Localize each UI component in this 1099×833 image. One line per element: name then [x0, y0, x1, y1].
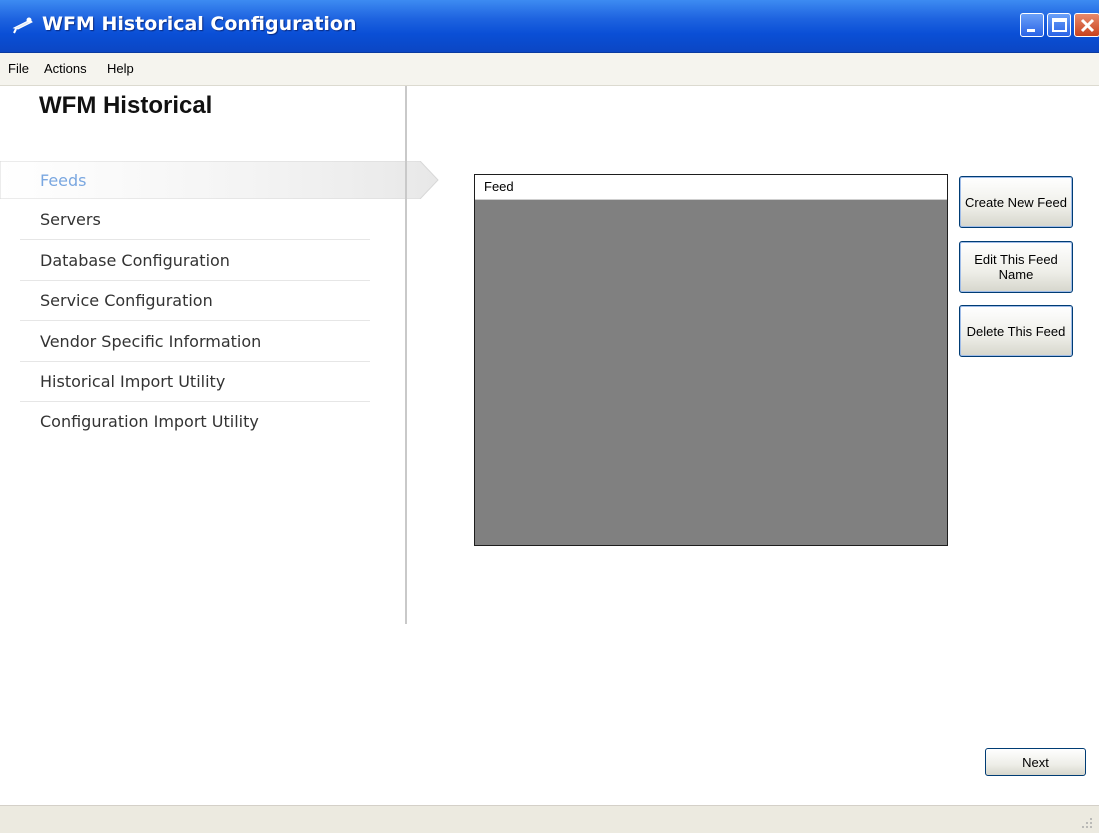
sidebar-item-label: Vendor Specific Information — [40, 332, 262, 351]
close-button[interactable] — [1074, 13, 1099, 37]
maximize-icon — [1052, 18, 1067, 32]
edit-feed-name-button[interactable]: Edit This Feed Name — [959, 241, 1073, 293]
close-icon — [1080, 18, 1095, 33]
title-bar[interactable]: WFM Historical Configuration — [0, 0, 1099, 53]
satellite-dish-icon — [12, 17, 33, 34]
app-heading: WFM Historical — [39, 92, 213, 119]
minimize-button[interactable] — [1020, 13, 1044, 37]
column-header-label: Feed — [484, 179, 514, 194]
window-title: WFM Historical Configuration — [42, 13, 357, 35]
feed-list[interactable]: Feed — [474, 174, 948, 546]
maximize-button[interactable] — [1047, 13, 1071, 37]
sidebar-item-label: Database Configuration — [40, 251, 230, 270]
create-new-feed-button[interactable]: Create New Feed — [959, 176, 1073, 228]
sidebar-item-servers[interactable]: Servers — [0, 199, 370, 239]
sidebar-item-label: Servers — [40, 210, 101, 229]
menu-help[interactable]: Help — [107, 61, 134, 76]
next-button[interactable]: Next — [985, 748, 1086, 776]
sidebar-item-feeds[interactable]: Feeds — [0, 161, 440, 199]
column-header-feed[interactable]: Feed — [475, 175, 947, 200]
status-bar — [0, 805, 1099, 833]
sidebar-item-label: Feeds — [40, 171, 87, 190]
sidebar-item-database-configuration[interactable]: Database Configuration — [0, 240, 370, 280]
sidebar-item-historical-import-utility[interactable]: Historical Import Utility — [0, 361, 370, 401]
sidebar-item-label: Configuration Import Utility — [40, 412, 259, 431]
delete-feed-button[interactable]: Delete This Feed — [959, 305, 1073, 357]
sidebar-item-service-configuration[interactable]: Service Configuration — [0, 280, 370, 320]
resize-grip-icon[interactable] — [1081, 817, 1093, 829]
menu-file[interactable]: File — [8, 61, 29, 76]
sidebar-item-vendor-specific-information[interactable]: Vendor Specific Information — [0, 321, 370, 361]
sidebar-item-label: Historical Import Utility — [40, 372, 226, 391]
sidebar-divider — [405, 86, 407, 624]
minimize-icon — [1027, 29, 1035, 32]
menu-bar: File Actions Help — [0, 53, 1099, 86]
menu-actions[interactable]: Actions — [44, 61, 87, 76]
sidebar-item-label: Service Configuration — [40, 291, 213, 310]
sidebar-item-configuration-import-utility[interactable]: Configuration Import Utility — [0, 401, 370, 441]
